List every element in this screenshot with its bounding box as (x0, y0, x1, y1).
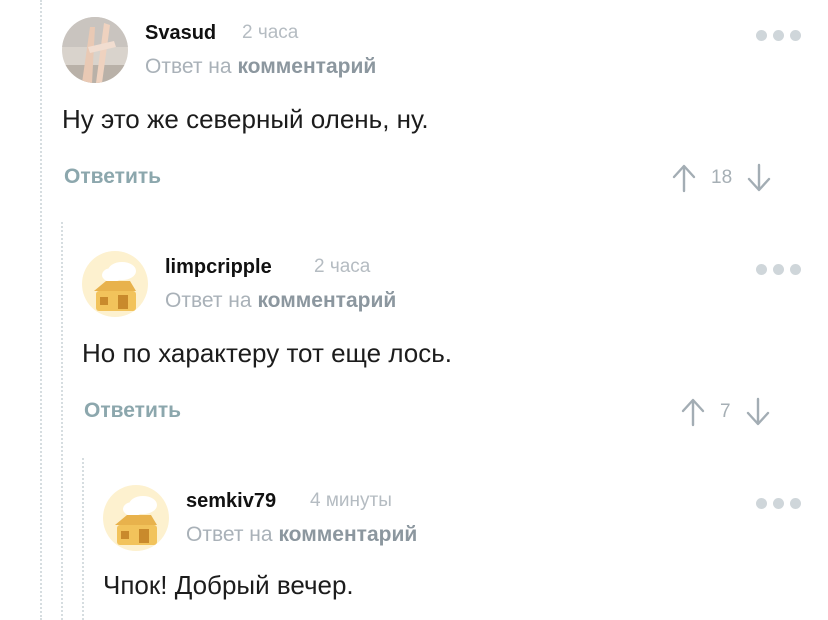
vote-score: 7 (720, 401, 731, 422)
comment-text: Ну это же северный олень, ну. (62, 104, 429, 134)
username[interactable]: semkiv79 (186, 490, 276, 513)
avatar[interactable] (103, 485, 169, 551)
reply-button[interactable]: Ответить (64, 165, 161, 189)
reply-prefix: Ответ на (186, 523, 273, 546)
reply-comment-link[interactable]: комментарий (257, 289, 396, 312)
vote-control: 7 (680, 397, 771, 427)
timestamp: 2 часа (242, 22, 299, 43)
thread-line-level-1 (40, 0, 42, 620)
reply-prefix: Ответ на (145, 55, 232, 78)
reply-reference: Ответ на комментарий (145, 55, 376, 79)
thread-line-level-3 (82, 458, 84, 620)
username[interactable]: limpcripple (165, 256, 272, 279)
reply-reference: Ответ на комментарий (186, 523, 417, 547)
vote-control: 18 (671, 163, 772, 193)
thread-line-level-2 (61, 222, 63, 620)
avatar[interactable] (82, 251, 148, 317)
house-avatar-icon (82, 251, 148, 317)
timestamp: 4 минуты (310, 490, 392, 511)
comment-text: Чпок! Добрый вечер. (103, 570, 354, 600)
reply-comment-link[interactable]: комментарий (237, 55, 376, 78)
reply-prefix: Ответ на (165, 289, 252, 312)
reply-comment-link[interactable]: комментарий (278, 523, 417, 546)
house-avatar-icon (103, 485, 169, 551)
avatar[interactable] (62, 17, 128, 83)
username[interactable]: Svasud (145, 22, 216, 45)
upvote-arrow-icon[interactable] (671, 163, 697, 193)
reply-button[interactable]: Ответить (84, 399, 181, 423)
downvote-arrow-icon[interactable] (745, 397, 771, 427)
downvote-arrow-icon[interactable] (746, 163, 772, 193)
more-options-icon[interactable] (756, 496, 804, 510)
comment-limpcripple: limpcripple 2 часа Ответ на комментарий … (82, 251, 802, 431)
reply-reference: Ответ на комментарий (165, 289, 396, 313)
comment-semkiv79: semkiv79 4 минуты Ответ на комментарий Ч… (103, 485, 803, 615)
more-options-icon[interactable] (756, 262, 804, 276)
timestamp: 2 часа (314, 256, 371, 277)
vote-score: 18 (711, 167, 733, 188)
more-options-icon[interactable] (756, 28, 804, 42)
comment-text: Но по характеру тот еще лось. (82, 338, 453, 368)
photo-avatar-icon (62, 17, 128, 83)
comment-svasud: Svasud 2 часа Ответ на комментарий Ну эт… (62, 17, 802, 197)
upvote-arrow-icon[interactable] (680, 397, 706, 427)
